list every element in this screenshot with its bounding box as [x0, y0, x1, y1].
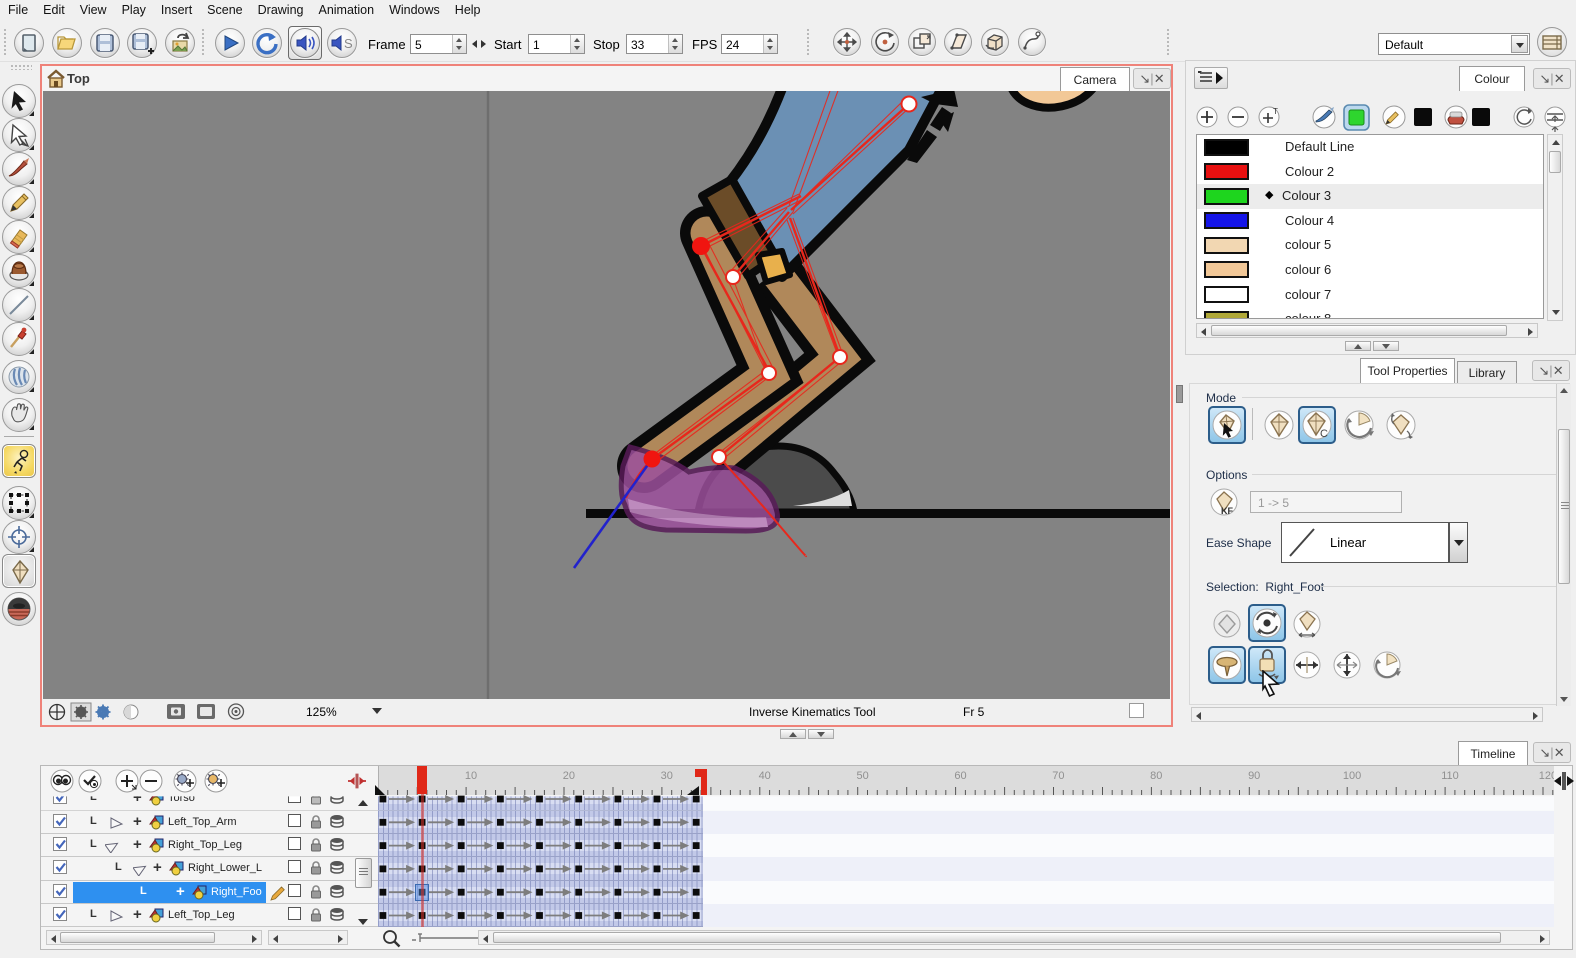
svg-text:100: 100: [1343, 770, 1361, 782]
svg-text:10: 10: [465, 770, 477, 782]
svg-text:70: 70: [1052, 770, 1064, 782]
svg-text:30: 30: [661, 770, 673, 782]
svg-text:60: 60: [954, 770, 966, 782]
svg-text:110: 110: [1441, 770, 1459, 782]
svg-text:20: 20: [563, 770, 575, 782]
svg-text:S: S: [344, 36, 353, 51]
svg-text:90: 90: [1248, 770, 1260, 782]
svg-text:T: T: [1273, 107, 1278, 116]
svg-text:50: 50: [856, 770, 868, 782]
svg-text:40: 40: [759, 770, 771, 782]
svg-text:80: 80: [1150, 770, 1162, 782]
svg-text:C: C: [1320, 428, 1328, 440]
svg-text:KF: KF: [1221, 506, 1233, 516]
